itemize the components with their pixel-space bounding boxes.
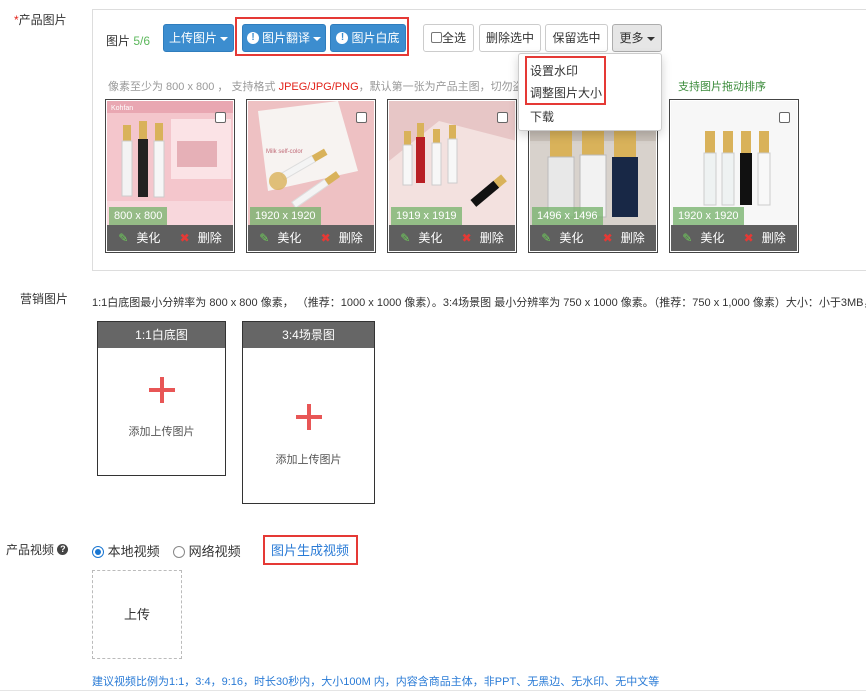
chevron-down-icon bbox=[313, 36, 321, 41]
image-size-badge: 1920 x 1920 bbox=[250, 207, 321, 225]
thumb-action-bar: ✎ 美化 ✖ 删除 bbox=[671, 225, 797, 251]
close-icon: ✖ bbox=[179, 231, 190, 245]
menu-item-resize[interactable]: 调整图片大小 bbox=[530, 84, 602, 101]
scene-title: 3:4场景图 bbox=[243, 322, 374, 348]
image-count: 5/6 bbox=[133, 34, 151, 48]
close-icon: ✖ bbox=[320, 231, 331, 245]
beautify-button[interactable]: ✎ 美化 bbox=[114, 231, 164, 245]
chevron-down-icon bbox=[646, 36, 655, 41]
product-images-label: *产品图片 bbox=[14, 13, 67, 27]
menu-item-download[interactable]: 下载 bbox=[530, 108, 554, 125]
image-size-badge: 1920 x 1920 bbox=[673, 207, 744, 225]
thumb-action-bar: ✎ 美化 ✖ 删除 bbox=[107, 225, 233, 251]
chevron-down-icon bbox=[220, 36, 228, 41]
image-toolbar: 图片 5/6 上传图片 ! 图片翻译 ! 图片白底 全选 删除选中 保留选中 更多 bbox=[93, 24, 866, 54]
divider bbox=[0, 690, 866, 691]
delete-button[interactable]: ✖ 删除 bbox=[458, 231, 508, 245]
image-thumbnail[interactable]: 1919 x 1919 ✎ 美化 ✖ 删除 bbox=[387, 99, 517, 253]
delete-button[interactable]: ✖ 删除 bbox=[176, 231, 226, 245]
thumb-action-bar: ✎ 美化 ✖ 删除 bbox=[389, 225, 515, 251]
image-translate-button[interactable]: ! 图片翻译 bbox=[242, 24, 326, 52]
thumb-action-bar: ✎ 美化 ✖ 删除 bbox=[248, 225, 374, 251]
svg-text:Kohfan: Kohfan bbox=[111, 105, 133, 112]
close-icon: ✖ bbox=[602, 231, 613, 245]
select-all-checkbox[interactable]: 全选 bbox=[423, 24, 474, 52]
close-icon: ✖ bbox=[743, 231, 754, 245]
alert-circle-icon: ! bbox=[246, 31, 259, 44]
white-bg-upload-box[interactable]: 1:1白底图 添加上传图片 bbox=[97, 321, 226, 476]
product-video-label: 产品视频 ? bbox=[6, 541, 69, 558]
alert-circle-icon: ! bbox=[336, 31, 349, 44]
pencil-icon: ✎ bbox=[400, 231, 411, 245]
radio-network-video[interactable]: 网络视频 bbox=[173, 541, 241, 560]
image-count-title: 图片 5/6 bbox=[106, 34, 151, 48]
generate-video-link[interactable]: 图片生成视频 bbox=[271, 540, 349, 559]
video-hint: 建议视频比例为1:1，3:4，9:16，时长30秒内，大小100M 内，内容含商… bbox=[92, 676, 660, 688]
video-upload-box[interactable]: 上传 bbox=[92, 570, 182, 659]
thumb-action-bar: ✎ 美化 ✖ 删除 bbox=[530, 225, 656, 251]
plus-icon bbox=[148, 377, 175, 403]
beautify-button[interactable]: ✎ 美化 bbox=[678, 231, 728, 245]
pencil-icon: ✎ bbox=[541, 231, 552, 245]
image-size-badge: 1496 x 1496 bbox=[532, 207, 603, 225]
white-bg-title: 1:1白底图 bbox=[98, 322, 225, 348]
beautify-button[interactable]: ✎ 美化 bbox=[537, 231, 587, 245]
add-upload-text: 添加上传图片 bbox=[275, 454, 342, 466]
thumb-checkbox[interactable] bbox=[215, 112, 226, 123]
pencil-icon: ✎ bbox=[682, 231, 693, 245]
help-icon[interactable]: ? bbox=[57, 544, 69, 556]
delete-button[interactable]: ✖ 删除 bbox=[317, 231, 367, 245]
image-thumbnail[interactable]: Milk self-color 1920 x 1920 ✎ 美化 ✖ 删除 bbox=[246, 99, 376, 253]
beautify-button[interactable]: ✎ 美化 bbox=[255, 231, 305, 245]
more-button[interactable]: 更多 bbox=[612, 24, 662, 52]
radio-checked-icon bbox=[92, 545, 104, 558]
more-dropdown-menu: 设置水印 调整图片大小 下载 bbox=[518, 53, 662, 131]
menu-item-watermark[interactable]: 设置水印 bbox=[530, 62, 578, 79]
checkbox-icon bbox=[430, 31, 442, 43]
upload-image-button[interactable]: 上传图片 bbox=[163, 24, 234, 52]
svg-text:Milk self-color: Milk self-color bbox=[266, 149, 303, 155]
drag-sort-hint: 支持图片拖动排序 bbox=[678, 81, 766, 93]
scene-upload-box[interactable]: 3:4场景图 添加上传图片 bbox=[242, 321, 375, 504]
image-thumbnail[interactable]: 1920 x 1920 ✎ 美化 ✖ 删除 bbox=[669, 99, 799, 253]
image-format-hint: 像素至少为 800 x 800 ， 支持格式 JPEG/JPG/PNG，默认第一… bbox=[108, 81, 535, 93]
close-icon: ✖ bbox=[461, 231, 472, 245]
thumb-checkbox[interactable] bbox=[356, 112, 367, 123]
plus-icon bbox=[295, 404, 322, 430]
image-thumbnail[interactable]: Kohfan 800 x 800 ✎ 美化 ✖ 删除 bbox=[105, 99, 235, 253]
add-upload-text: 添加上传图片 bbox=[128, 426, 195, 438]
marketing-images-label: 营销图片 bbox=[20, 292, 69, 306]
delete-selected-button[interactable]: 删除选中 bbox=[479, 24, 541, 52]
delete-button[interactable]: ✖ 删除 bbox=[599, 231, 649, 245]
image-white-bg-button[interactable]: ! 图片白底 bbox=[330, 24, 406, 52]
radio-local-video[interactable]: 本地视频 bbox=[92, 541, 160, 560]
image-size-badge: 800 x 800 bbox=[109, 207, 168, 225]
pencil-icon: ✎ bbox=[259, 231, 270, 245]
image-size-badge: 1919 x 1919 bbox=[391, 207, 462, 225]
pencil-icon: ✎ bbox=[118, 231, 129, 245]
radio-unchecked-icon bbox=[173, 545, 185, 558]
thumb-checkbox[interactable] bbox=[497, 112, 508, 123]
product-images-panel: 图片 5/6 上传图片 ! 图片翻译 ! 图片白底 全选 删除选中 保留选中 更多 … bbox=[92, 9, 866, 271]
thumb-checkbox[interactable] bbox=[779, 112, 790, 123]
beautify-button[interactable]: ✎ 美化 bbox=[396, 231, 446, 245]
delete-button[interactable]: ✖ 删除 bbox=[740, 231, 790, 245]
keep-selected-button[interactable]: 保留选中 bbox=[545, 24, 608, 52]
marketing-hint: 1:1白底图最小分辨率为 800 x 800 像素， （推荐：1000 x 10… bbox=[92, 297, 866, 309]
